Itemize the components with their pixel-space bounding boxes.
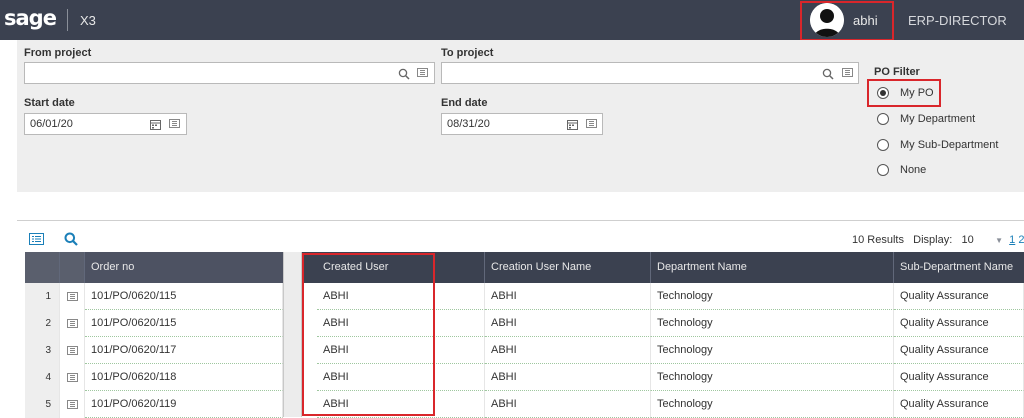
row-number: 5 [25,391,60,418]
order-no-cell[interactable]: 101/PO/0620/118 [85,364,283,391]
column-header-department-name[interactable]: Department Name [651,252,894,283]
creation-user-name-cell: ABHI [485,310,651,337]
row-detail-icon[interactable] [60,310,85,337]
detail-icon[interactable] [417,68,428,80]
row-number: 4 [25,364,60,391]
radio-button[interactable] [877,164,889,176]
radio-label: My Sub-Department [900,139,999,151]
table-row[interactable]: 2 101/PO/0620/115 ABHI ABHI Technology Q… [25,310,1024,337]
detail-icon[interactable] [586,119,597,131]
order-no-cell[interactable]: 101/PO/0620/115 [85,310,283,337]
row-detail-icon[interactable] [60,391,85,418]
created-user-highlight-box [302,253,435,416]
row-detail-icon[interactable] [60,364,85,391]
table-row[interactable]: 3 101/PO/0620/117 ABHI ABHI Technology Q… [25,337,1024,364]
end-date-label: End date [441,97,488,109]
page-link-1[interactable]: 1 [1009,234,1015,246]
creation-user-name-cell: ABHI [485,391,651,418]
chevron-down-icon[interactable]: ▼ [995,236,1003,245]
department-name-cell: Technology [651,391,894,418]
radio-label: My Department [900,113,976,125]
radio-button[interactable] [877,139,889,151]
from-project-field[interactable] [24,62,435,84]
sage-logo[interactable]: sage [4,6,57,30]
row-number: 3 [25,337,60,364]
department-name-cell: Technology [651,283,894,310]
search-icon[interactable] [398,68,410,83]
detail-icon[interactable] [842,68,853,80]
row-number: 1 [25,283,60,310]
column-header-creation-user-name[interactable]: Creation User Name [485,252,651,283]
start-date-label: Start date [24,97,75,109]
creation-user-name-cell: ABHI [485,283,651,310]
display-label: Display: [913,234,953,246]
calendar-icon[interactable] [150,119,161,133]
sub-department-name-cell: Quality Assurance [894,283,1024,310]
row-detail-icon[interactable] [60,283,85,310]
page-link-2[interactable]: 2 [1018,234,1024,246]
sub-department-name-cell: Quality Assurance [894,391,1024,418]
logo-divider [67,9,68,31]
search-icon[interactable] [822,68,834,83]
grid-header-frozen: Order no [25,252,284,283]
po-filter-title: PO Filter [874,66,920,78]
order-no-cell[interactable]: 101/PO/0620/115 [85,283,283,310]
sub-department-name-cell: Quality Assurance [894,364,1024,391]
search-icon[interactable] [64,232,78,249]
my-po-highlight-box [867,79,941,107]
row-number-header [25,252,60,283]
creation-user-name-cell: ABHI [485,364,651,391]
list-view-icon[interactable] [29,233,44,248]
end-date-field[interactable]: 08/31/20 [441,113,603,135]
table-row[interactable]: 5 101/PO/0620/119 ABHI ABHI Technology Q… [25,391,1024,418]
sub-department-name-cell: Quality Assurance [894,337,1024,364]
app-name: X3 [80,13,96,28]
start-date-field[interactable]: 06/01/20 [24,113,187,135]
table-row[interactable]: 1 101/PO/0620/115 ABHI ABHI Technology Q… [25,283,1024,310]
results-count: 10 Results [852,234,904,246]
column-header-sub-department-name[interactable]: Sub-Department Name [894,252,1024,283]
creation-user-name-cell: ABHI [485,337,651,364]
detail-icon[interactable] [169,119,180,131]
department-name-cell: Technology [651,337,894,364]
row-icon-header [60,252,85,283]
role-name[interactable]: ERP-DIRECTOR [908,13,1007,28]
radio-label: None [900,164,927,176]
display-select[interactable]: 10 [961,234,973,246]
calendar-icon[interactable] [567,119,578,133]
results-summary: 10 Results Display: 10 ▼ 1 2 [852,234,1024,246]
table-row[interactable]: 4 101/PO/0620/118 ABHI ABHI Technology Q… [25,364,1024,391]
radio-button[interactable] [877,113,889,125]
row-number: 2 [25,310,60,337]
department-name-cell: Technology [651,310,894,337]
to-project-field[interactable] [441,62,859,84]
row-detail-icon[interactable] [60,337,85,364]
department-name-cell: Technology [651,364,894,391]
sub-department-name-cell: Quality Assurance [894,310,1024,337]
top-bar: sage X3 abhi ERP-DIRECTOR [0,0,1024,41]
user-highlight-box [800,1,894,41]
to-project-label: To project [441,47,494,59]
from-project-label: From project [24,47,92,59]
order-no-cell[interactable]: 101/PO/0620/119 [85,391,283,418]
order-no-cell[interactable]: 101/PO/0620/117 [85,337,283,364]
column-header-order-no[interactable]: Order no [85,252,284,283]
